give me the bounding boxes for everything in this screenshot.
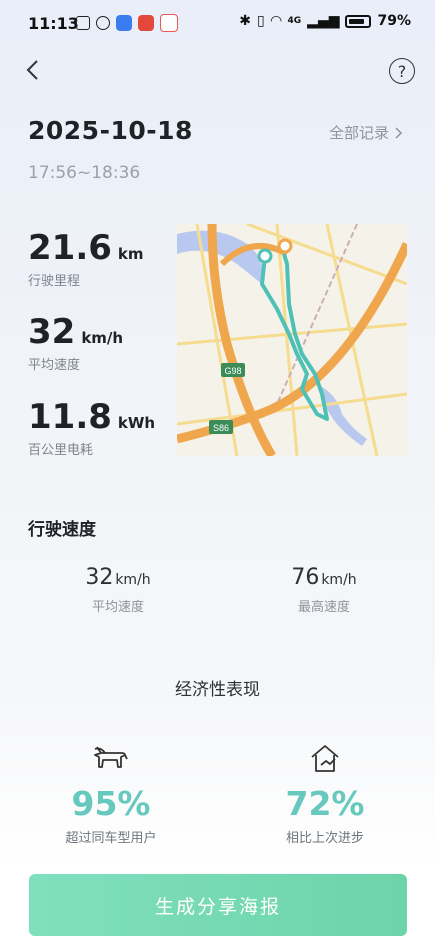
rank-label: 超过同车型用户 xyxy=(65,831,157,846)
s86-label: S86 xyxy=(213,423,229,433)
generate-poster-button[interactable]: 生成分享海报 xyxy=(29,874,407,936)
stat-value: 32 xyxy=(28,312,76,352)
improve-percent: 72% xyxy=(285,784,365,823)
rank-percent: 95% xyxy=(71,784,151,823)
wifi-icon: ◠ xyxy=(270,13,282,29)
avg-speed-metric: 32 km/h 平均速度 xyxy=(43,565,193,615)
system-icons: ✱ ▯ ◠ 4G ▂▄▆ 79% xyxy=(239,13,411,29)
message-app-icon xyxy=(116,15,132,31)
all-records-label: 全部记录 xyxy=(328,124,389,142)
economy-title: 经济性表现 xyxy=(175,680,260,700)
route-end-marker xyxy=(277,238,293,254)
all-records-link[interactable]: 全部记录 xyxy=(329,122,403,143)
metric-value: 32 xyxy=(85,565,114,590)
river xyxy=(177,230,263,284)
stat-distance: 21.6 km 行驶里程 xyxy=(28,228,144,289)
map-canvas: G98 S86 xyxy=(177,224,407,456)
metric-label: 最高速度 xyxy=(297,600,350,615)
bluetooth-icon: ✱ xyxy=(239,13,252,29)
stat-unit: kWh xyxy=(117,414,156,432)
max-speed-metric: 76 km/h 最高速度 xyxy=(249,565,399,615)
nfc-icon xyxy=(76,16,90,30)
trip-time-range: 17:56~18:36 xyxy=(28,163,141,183)
status-time: 11:13 xyxy=(28,14,79,33)
notification-icons xyxy=(76,14,178,32)
alarm-icon xyxy=(96,16,110,30)
stat-label: 平均速度 xyxy=(28,358,81,373)
stat-value: 11.8 xyxy=(28,397,112,437)
bull-icon xyxy=(26,742,196,776)
improve-label: 相比上次进步 xyxy=(285,831,364,846)
stat-value: 21.6 xyxy=(28,228,112,268)
metric-unit: km/h xyxy=(115,572,151,588)
shopping-app-icon xyxy=(138,15,154,31)
trip-date: 2025-10-18 xyxy=(28,116,193,145)
stat-unit: km/h xyxy=(81,329,124,347)
route-map[interactable]: G98 S86 xyxy=(177,224,407,456)
speed-section-title: 行驶速度 xyxy=(28,520,96,540)
help-button[interactable]: ? xyxy=(389,58,415,84)
stat-avg-speed: 32 km/h 平均速度 xyxy=(28,312,123,373)
metric-unit: km/h xyxy=(321,572,357,588)
metric-value: 76 xyxy=(291,565,320,590)
chevron-left-icon xyxy=(26,60,38,80)
signal-icon: ▂▄▆ xyxy=(307,13,340,29)
calendar-icon xyxy=(160,14,178,32)
route-start-marker xyxy=(257,248,273,264)
house-improve-icon xyxy=(240,742,410,776)
back-button[interactable] xyxy=(18,56,46,84)
g98-label: G98 xyxy=(224,366,241,376)
network-type: 4G xyxy=(287,16,302,26)
stat-label: 行驶里程 xyxy=(28,274,81,289)
question-icon: ? xyxy=(397,61,407,81)
stat-unit: km xyxy=(117,245,144,263)
status-bar: 11:13 ✱ ▯ ◠ 4G ▂▄▆ 79% xyxy=(0,0,435,44)
battery-level: 79% xyxy=(377,13,411,29)
stat-label: 百公里电耗 xyxy=(28,443,94,458)
battery-icon xyxy=(345,14,372,28)
economy-rank: 95% 超过同车型用户 xyxy=(26,742,196,846)
economy-improvement: 72% 相比上次进步 xyxy=(240,742,410,846)
metric-label: 平均速度 xyxy=(91,600,144,615)
chevron-right-icon xyxy=(395,126,403,139)
stat-energy: 11.8 kWh 百公里电耗 xyxy=(28,397,155,458)
vibrate-icon: ▯ xyxy=(257,13,265,29)
